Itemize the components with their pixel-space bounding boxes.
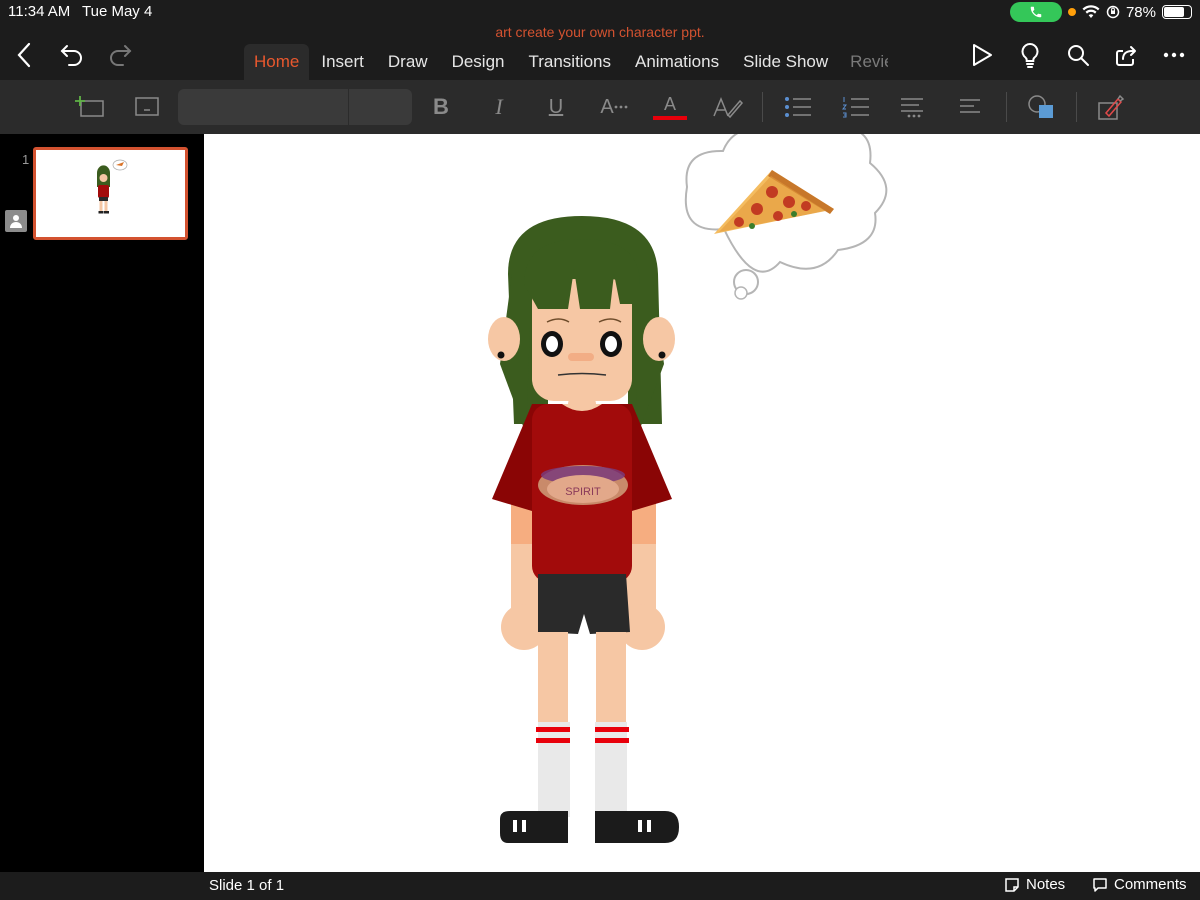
- notes-icon: [1005, 877, 1019, 892]
- font-size-button[interactable]: A: [597, 90, 631, 124]
- slide-content: SPIRIT: [488, 134, 888, 843]
- battery-icon: [1162, 5, 1192, 19]
- more-dots-icon: [614, 105, 628, 109]
- shapes-button[interactable]: [1024, 90, 1058, 124]
- align-left-icon: [960, 99, 980, 113]
- redo-icon: [110, 45, 132, 66]
- slide-thumbnail-panel: 1: [0, 134, 201, 872]
- paragraph-options-button[interactable]: [898, 90, 928, 124]
- font-color-glyph: A: [663, 94, 676, 114]
- new-slide-icon: [75, 96, 104, 117]
- ribbon-separator: [762, 92, 763, 122]
- font-color-button[interactable]: A: [652, 90, 688, 124]
- tab-transitions[interactable]: Transitions: [516, 44, 623, 80]
- font-size-divider: [348, 89, 349, 125]
- tab-insert[interactable]: Insert: [309, 44, 376, 80]
- ribbon-separator: [1006, 92, 1007, 122]
- thumbnail-preview: [38, 152, 183, 235]
- slide-layout-icon: [135, 97, 159, 116]
- ideas-button[interactable]: [1012, 38, 1048, 72]
- undo-icon: [60, 45, 82, 66]
- play-icon: [973, 44, 992, 66]
- bullet-list-icon: [785, 97, 811, 117]
- more-icon: [1163, 52, 1185, 58]
- tab-review[interactable]: Revie: [840, 44, 888, 80]
- slide-canvas[interactable]: SPIRIT: [204, 134, 1200, 872]
- search-button[interactable]: [1060, 38, 1096, 72]
- share-icon: [1116, 46, 1136, 66]
- bullets-button[interactable]: [782, 90, 814, 124]
- share-button[interactable]: [1108, 38, 1144, 72]
- thumbnail-character-image: [97, 159, 128, 214]
- text-effects-icon: [713, 97, 744, 119]
- presence-user-badge[interactable]: [5, 210, 27, 232]
- thumbnail-number: 1: [22, 152, 30, 167]
- status-bar: 11:34 AM Tue May 4 78%: [0, 0, 1200, 24]
- notes-button[interactable]: Notes: [1004, 876, 1065, 893]
- person-icon: [10, 215, 22, 228]
- search-icon: [1068, 45, 1089, 66]
- italic-button[interactable]: I: [484, 90, 514, 124]
- comments-label: Comments: [1114, 876, 1187, 893]
- align-left-button[interactable]: [956, 90, 984, 124]
- bold-button[interactable]: B: [426, 90, 456, 124]
- phone-icon: [1030, 6, 1042, 18]
- orientation-lock-icon: [1106, 5, 1120, 19]
- battery-percent: 78%: [1125, 3, 1156, 21]
- comments-button[interactable]: Comments: [1092, 876, 1187, 893]
- tab-slide-show[interactable]: Slide Show: [731, 44, 840, 80]
- microphone-indicator-icon: [1067, 8, 1076, 16]
- format-painter-icon: [1098, 94, 1125, 120]
- wifi-icon: [1082, 5, 1100, 18]
- tab-animations[interactable]: Animations: [623, 44, 731, 80]
- font-color-swatch: [653, 116, 687, 120]
- ribbon-tabs: Home Insert Draw Design Transitions Anim…: [244, 44, 888, 80]
- chevron-left-icon: [17, 42, 31, 68]
- toolbar-right-icons: [964, 38, 1192, 72]
- font-selector[interactable]: [178, 89, 412, 125]
- status-time: 11:34 AM: [8, 3, 71, 20]
- numbering-button[interactable]: [840, 90, 872, 124]
- more-options-button[interactable]: [1156, 38, 1192, 72]
- comment-icon: [1093, 877, 1107, 892]
- new-slide-button[interactable]: [72, 90, 106, 124]
- numbered-list-icon: [842, 97, 869, 118]
- tab-design[interactable]: Design: [440, 44, 517, 80]
- layout-button[interactable]: [130, 90, 164, 124]
- status-indicators: 78%: [1009, 2, 1192, 22]
- status-date: Tue May 4: [82, 3, 153, 20]
- shapes-icon: [1028, 95, 1053, 118]
- tab-draw[interactable]: Draw: [376, 44, 440, 80]
- shirt-logo-text: SPIRIT: [565, 486, 601, 498]
- ribbon-separator: [1076, 92, 1077, 122]
- lightbulb-icon: [1021, 42, 1039, 68]
- back-button[interactable]: [6, 38, 42, 72]
- status-footer: Slide 1 of 1 Notes Comments: [0, 872, 1200, 900]
- font-size-glyph: A: [600, 95, 614, 118]
- slide-count: Slide 1 of 1: [209, 877, 285, 894]
- tab-home[interactable]: Home: [244, 44, 310, 80]
- redo-button[interactable]: [102, 38, 138, 72]
- undo-button[interactable]: [54, 38, 90, 72]
- format-painter-button[interactable]: [1094, 90, 1128, 124]
- underline-button[interactable]: U: [541, 90, 571, 124]
- paragraph-icon: [901, 98, 923, 118]
- notes-label: Notes: [1026, 876, 1066, 893]
- text-effects-button[interactable]: [710, 90, 746, 124]
- slide-thumbnail[interactable]: [33, 147, 188, 240]
- home-ribbon: B I U A A: [0, 80, 1200, 134]
- title-and-tabs-bar: art create your own character ppt. Home …: [0, 24, 1200, 80]
- play-button[interactable]: [964, 38, 1000, 72]
- character-illustration[interactable]: [488, 216, 679, 843]
- active-call-pill[interactable]: [1009, 2, 1062, 22]
